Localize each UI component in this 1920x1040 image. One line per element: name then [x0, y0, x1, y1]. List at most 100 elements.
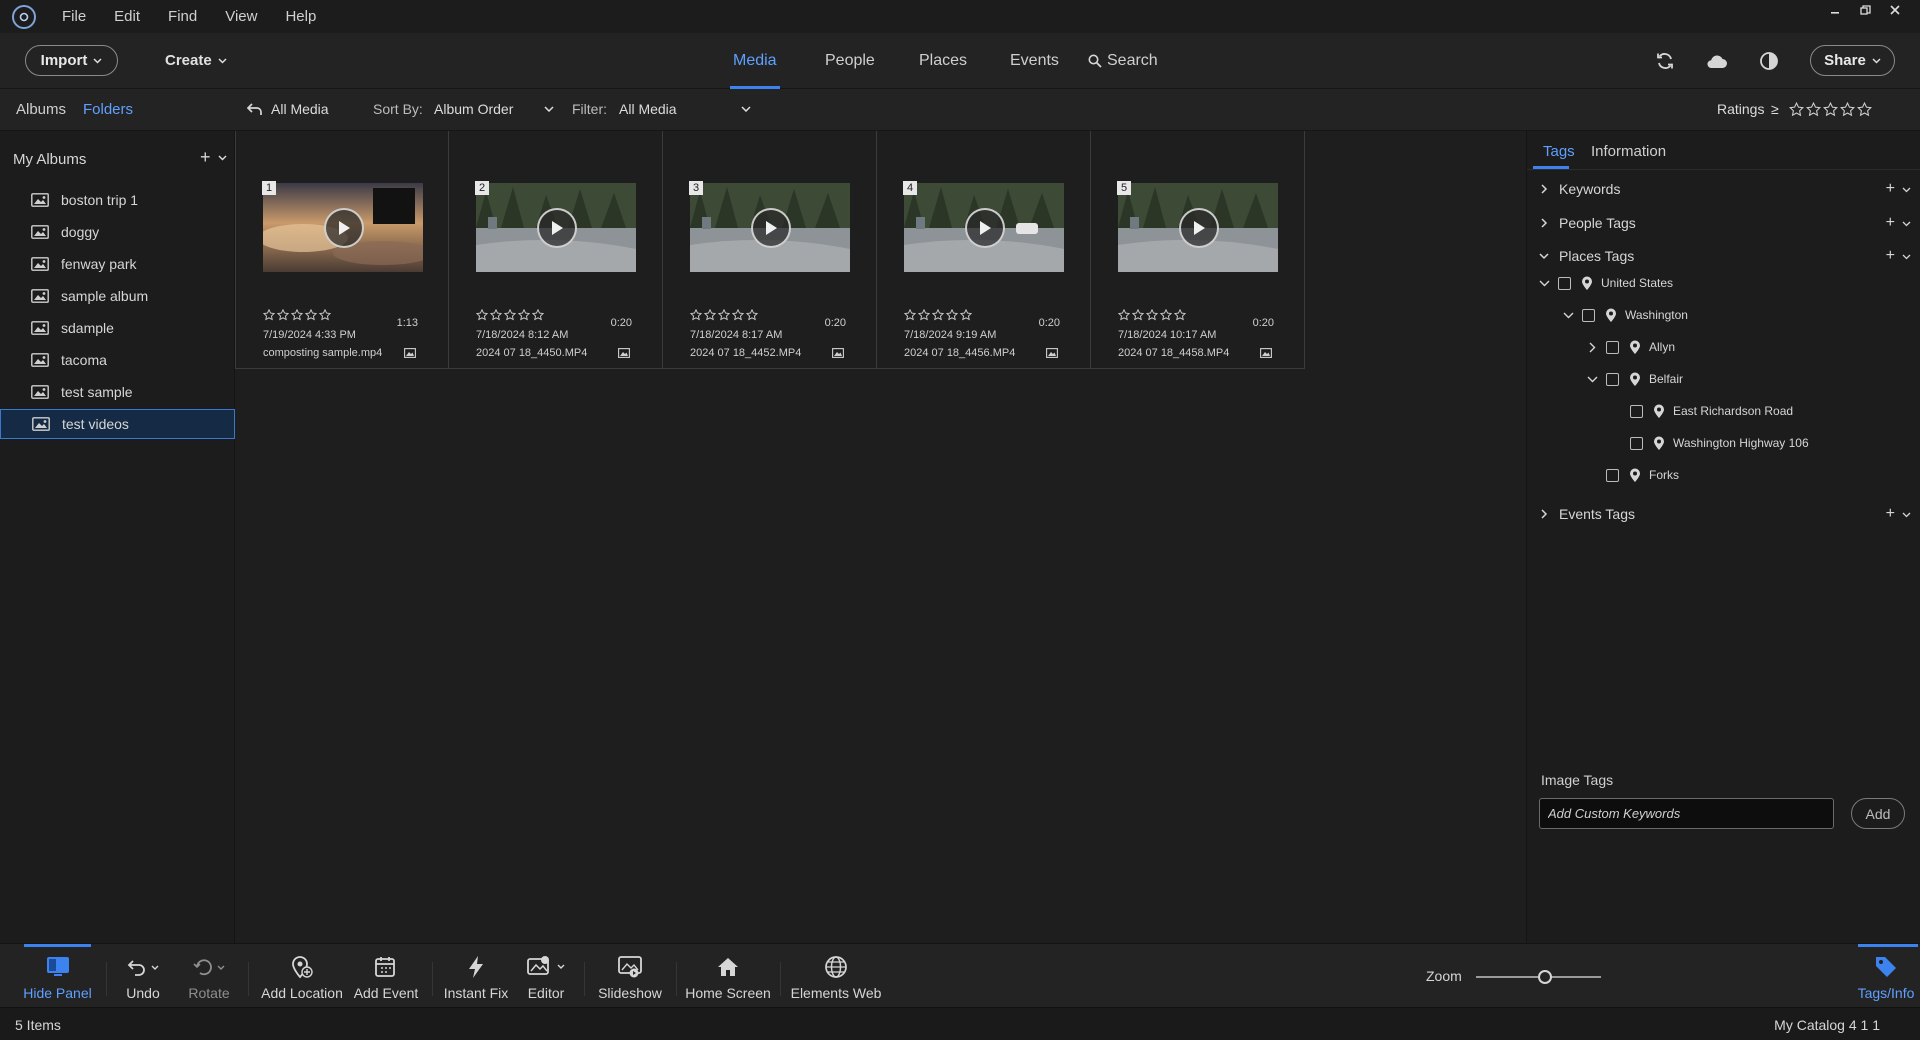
star-icon[interactable] [946, 309, 958, 321]
add-event-button[interactable]: Add Event [350, 944, 422, 1008]
place-washington-highway-106[interactable]: Washington Highway 106 [1630, 431, 1809, 455]
cloud-icon[interactable] [1704, 48, 1730, 74]
play-icon[interactable] [324, 208, 364, 248]
elements-web-button[interactable]: Elements Web [788, 944, 884, 1008]
home-screen-button[interactable]: Home Screen [684, 944, 772, 1008]
star-icon[interactable] [918, 309, 930, 321]
rating-stars[interactable] [690, 309, 758, 321]
play-icon[interactable] [537, 208, 577, 248]
star-icon[interactable] [263, 309, 275, 321]
star-icon[interactable] [932, 309, 944, 321]
media-card[interactable]: 2 0:20 7/18/2024 8:12 AM 2024 07 18_4450.MP… [449, 131, 663, 369]
chevron-down-icon[interactable] [1902, 219, 1911, 228]
media-card[interactable]: 4 0:20 7/18/2024 9:19 AM 2024 07 18_4456.MP… [877, 131, 1091, 369]
star-icon[interactable] [704, 309, 716, 321]
play-icon[interactable] [751, 208, 791, 248]
menu-help[interactable]: Help [285, 8, 316, 25]
menu-view[interactable]: View [225, 8, 257, 25]
add-album-icon[interactable]: + [200, 147, 211, 168]
close-icon[interactable] [1880, 0, 1910, 20]
chevron-down-icon[interactable] [1902, 252, 1911, 261]
hide-panel-button[interactable]: Hide Panel [23, 944, 92, 1008]
rating-stars[interactable] [476, 309, 544, 321]
chevron-down-icon[interactable] [1563, 310, 1574, 321]
play-icon[interactable] [965, 208, 1005, 248]
rating-stars[interactable] [263, 309, 331, 321]
menu-file[interactable]: File [62, 8, 86, 25]
star-icon[interactable] [518, 309, 530, 321]
star-icon[interactable] [1118, 309, 1130, 321]
minimize-icon[interactable] [1820, 0, 1850, 20]
tab-information[interactable]: Information [1591, 143, 1666, 160]
place-east-richardson-road[interactable]: East Richardson Road [1630, 399, 1793, 423]
album-item[interactable]: sample album [0, 281, 235, 311]
chevron-right-icon[interactable] [1587, 342, 1598, 353]
add-keyword-button[interactable]: Add [1851, 798, 1905, 829]
star-icon[interactable] [1160, 309, 1172, 321]
menu-edit[interactable]: Edit [114, 8, 140, 25]
star-icon[interactable] [732, 309, 744, 321]
menu-find[interactable]: Find [168, 8, 197, 25]
checkbox[interactable] [1558, 276, 1571, 290]
chevron-down-icon[interactable] [1539, 251, 1549, 261]
star-icon[interactable] [476, 309, 488, 321]
checkbox[interactable] [1630, 404, 1643, 418]
sort-dropdown[interactable]: Album Order [434, 101, 554, 117]
contrast-icon[interactable] [1756, 48, 1782, 74]
chevron-right-icon[interactable] [1539, 218, 1549, 228]
album-item[interactable]: sdample [0, 313, 235, 343]
import-button[interactable]: Import [25, 45, 118, 76]
star-icon[interactable] [504, 309, 516, 321]
media-card[interactable]: 3 0:20 7/18/2024 8:17 AM 2024 07 18_4452.MP… [663, 131, 877, 369]
place-allyn[interactable]: Allyn [1587, 335, 1675, 359]
tab-media[interactable]: Media [733, 33, 777, 89]
tab-albums[interactable]: Albums [16, 101, 66, 118]
zoom-slider-handle[interactable] [1537, 970, 1552, 984]
place-belfair[interactable]: Belfair [1587, 367, 1683, 391]
star-icon[interactable] [1806, 102, 1821, 117]
star-icon[interactable] [291, 309, 303, 321]
chevron-down-icon[interactable] [1539, 278, 1550, 289]
star-icon[interactable] [904, 309, 916, 321]
chevron-down-icon[interactable] [1587, 374, 1598, 385]
tab-folders[interactable]: Folders [83, 101, 133, 118]
undo-button[interactable]: Undo [116, 944, 170, 1008]
media-card[interactable]: 1 1:13 7/19/2024 4:33 PM composting sample.… [235, 131, 449, 369]
chevron-right-icon[interactable] [1539, 184, 1549, 194]
checkbox[interactable] [1606, 372, 1619, 386]
checkbox[interactable] [1606, 468, 1619, 482]
chevron-down-icon[interactable] [1902, 510, 1911, 519]
star-icon[interactable] [746, 309, 758, 321]
place-united-states[interactable]: United States [1539, 271, 1673, 295]
tab-events[interactable]: Events [1010, 33, 1059, 89]
star-icon[interactable] [1146, 309, 1158, 321]
add-place-tag-icon[interactable]: + [1886, 247, 1895, 265]
star-icon[interactable] [960, 309, 972, 321]
tab-people[interactable]: People [825, 33, 875, 89]
chevron-down-icon[interactable] [218, 155, 227, 161]
rating-stars[interactable] [904, 309, 972, 321]
sync-icon[interactable] [1652, 48, 1678, 74]
play-icon[interactable] [1179, 208, 1219, 248]
media-card[interactable]: 5 0:20 7/18/2024 10:17 AM 2024 07 18_4458.M… [1091, 131, 1305, 369]
keywords-section[interactable]: Keywords + [1527, 176, 1920, 202]
video-thumbnail[interactable] [476, 183, 636, 272]
add-people-tag-icon[interactable]: + [1886, 214, 1895, 232]
checkbox[interactable] [1582, 308, 1595, 322]
custom-keywords-input[interactable] [1539, 798, 1834, 829]
back-all-media[interactable]: All Media [247, 101, 329, 117]
star-icon[interactable] [532, 309, 544, 321]
tab-search[interactable]: Search [1088, 33, 1158, 89]
tags-info-button[interactable]: Tags/Info [1852, 944, 1920, 1008]
star-icon[interactable] [490, 309, 502, 321]
slideshow-button[interactable]: Slideshow [594, 944, 666, 1008]
restore-icon[interactable] [1850, 0, 1880, 20]
star-icon[interactable] [690, 309, 702, 321]
instant-fix-button[interactable]: Instant Fix [440, 944, 512, 1008]
filter-dropdown[interactable]: All Media [619, 101, 751, 117]
video-thumbnail[interactable] [690, 183, 850, 272]
place-forks[interactable]: Forks [1606, 463, 1679, 487]
star-icon[interactable] [319, 309, 331, 321]
places-tags-section[interactable]: Places Tags + [1527, 243, 1920, 269]
star-icon[interactable] [305, 309, 317, 321]
